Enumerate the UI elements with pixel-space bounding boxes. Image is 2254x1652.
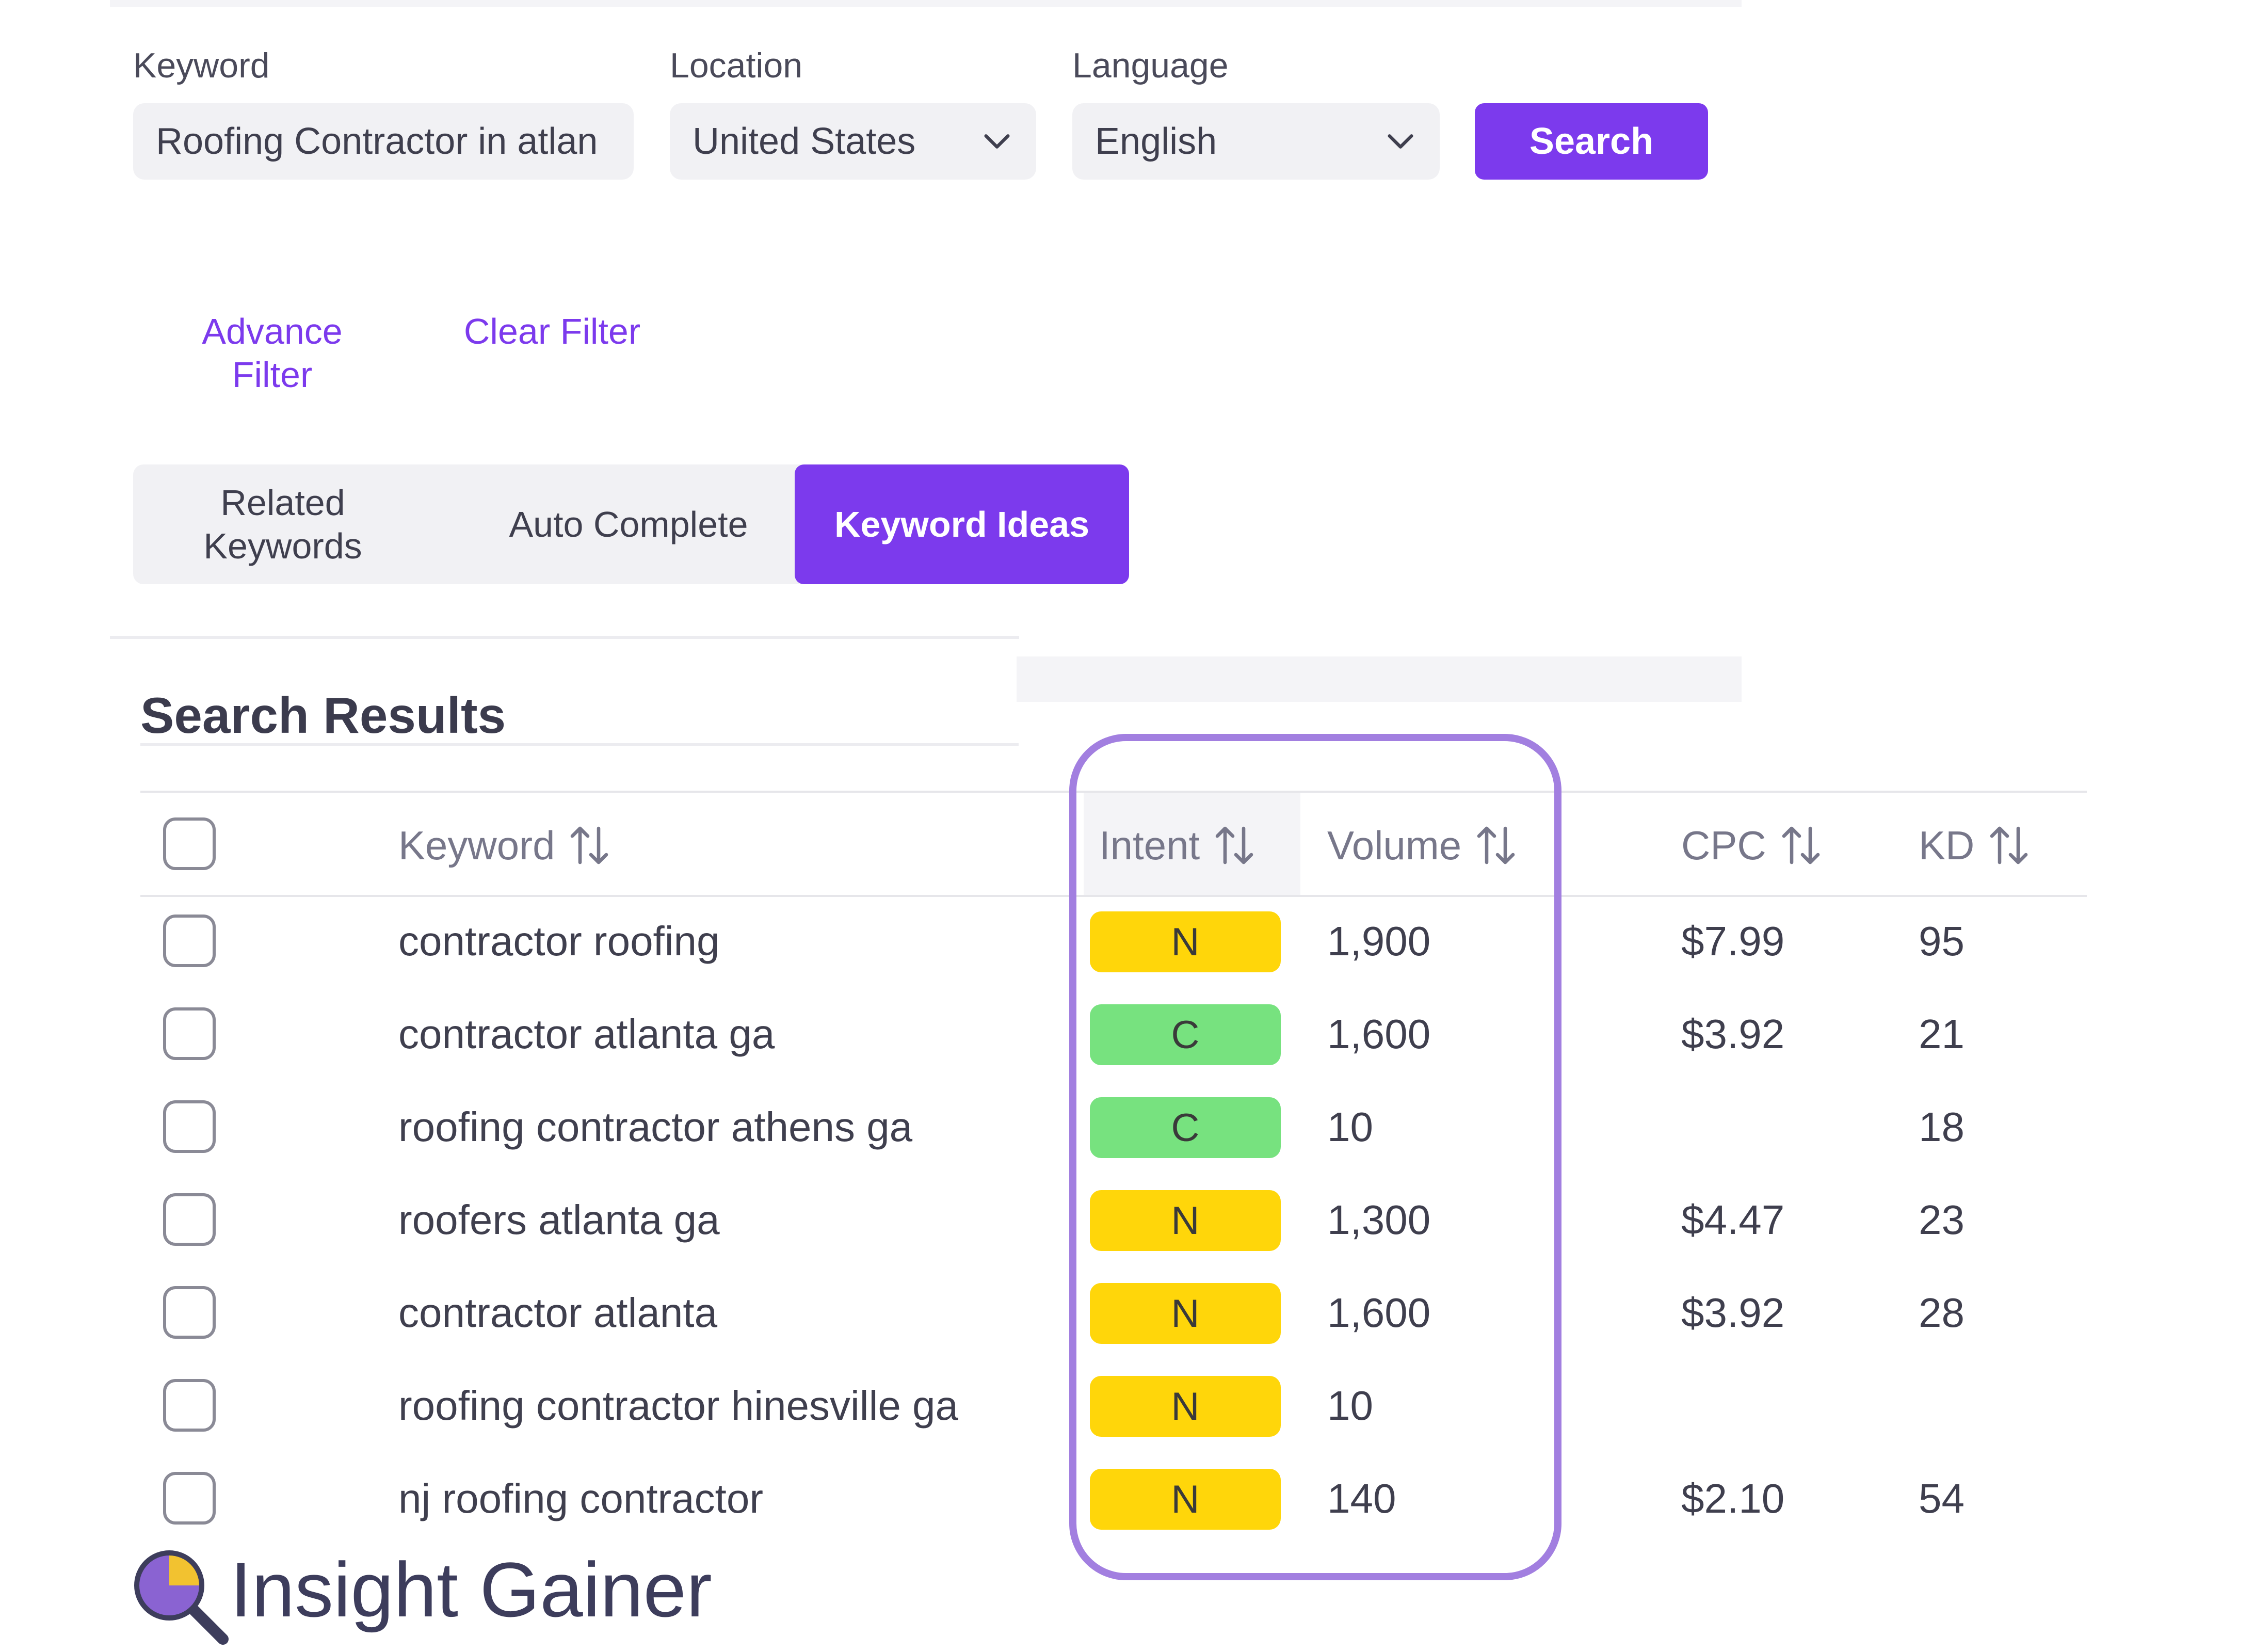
row-cpc: $3.92	[1681, 1290, 1785, 1336]
advance-filter-link[interactable]: Advance Filter	[191, 310, 353, 396]
title-underline	[140, 743, 1019, 746]
row-checkbox[interactable]	[163, 1100, 216, 1153]
keyword-label: Keyword	[133, 46, 270, 85]
location-select-value: United States	[693, 121, 916, 162]
column-header-cpc[interactable]: CPC	[1681, 821, 1821, 870]
search-results-title: Search Results	[140, 687, 506, 744]
row-kd: 28	[1919, 1290, 1965, 1336]
row-checkbox[interactable]	[163, 915, 216, 967]
column-header-kd[interactable]: KD	[1919, 821, 2029, 870]
tab-related-keywords-line1: Related	[220, 483, 345, 523]
sort-icon	[1782, 826, 1820, 864]
logo-text: Insight Gainer	[230, 1546, 712, 1633]
tab-auto-complete[interactable]: Auto Complete	[494, 464, 763, 584]
select-all-checkbox[interactable]	[163, 817, 216, 870]
row-keyword: contractor roofing	[398, 918, 720, 964]
sort-icon	[571, 826, 608, 864]
sort-icon	[1990, 826, 2028, 864]
top-strip	[110, 0, 1742, 7]
language-select[interactable]: English	[1072, 103, 1440, 180]
location-select[interactable]: United States	[670, 103, 1036, 180]
keyword-input-value: Roofing Contractor in atlan	[156, 121, 598, 162]
row-checkbox[interactable]	[163, 1286, 216, 1339]
row-cpc: $2.10	[1681, 1475, 1785, 1521]
row-keyword: contractor atlanta ga	[398, 1011, 775, 1057]
row-checkbox[interactable]	[163, 1472, 216, 1525]
row-keyword: contractor atlanta	[398, 1290, 718, 1336]
tab-keyword-ideas[interactable]: Keyword Ideas	[795, 464, 1129, 584]
row-kd: 23	[1919, 1197, 1965, 1243]
keyword-input[interactable]: Roofing Contractor in atlan	[133, 103, 634, 180]
result-tabs: Related Keywords Auto Complete Keyword I…	[133, 464, 1129, 584]
row-kd: 95	[1919, 918, 1965, 964]
row-checkbox[interactable]	[163, 1379, 216, 1432]
clear-filter-link[interactable]: Clear Filter	[454, 310, 650, 353]
advance-filter-line1: Advance	[202, 311, 343, 351]
chevron-down-icon	[1388, 134, 1413, 149]
intent-volume-highlight	[1069, 734, 1561, 1580]
language-label: Language	[1072, 46, 1229, 85]
row-checkbox[interactable]	[163, 1007, 216, 1060]
row-keyword: roofers atlanta ga	[398, 1197, 720, 1243]
section-divider	[110, 636, 1019, 639]
row-kd: 54	[1919, 1475, 1965, 1521]
row-kd: 21	[1919, 1011, 1965, 1057]
row-keyword: roofing contractor hinesville ga	[398, 1383, 959, 1429]
column-header-cpc-label: CPC	[1681, 822, 1766, 868]
row-cpc: $4.47	[1681, 1197, 1785, 1243]
row-checkbox[interactable]	[163, 1193, 216, 1246]
tab-related-keywords-line2: Keywords	[203, 526, 362, 566]
header-band	[1017, 656, 1742, 702]
column-header-kd-label: KD	[1919, 822, 1975, 868]
row-keyword: roofing contractor athens ga	[398, 1104, 913, 1150]
row-cpc: $7.99	[1681, 918, 1785, 964]
search-button[interactable]: Search	[1475, 103, 1708, 180]
row-kd: 18	[1919, 1104, 1965, 1150]
row-keyword: nj roofing contractor	[398, 1475, 764, 1521]
column-header-keyword-label: Keyword	[398, 822, 555, 868]
advance-filter-line2: Filter	[232, 355, 313, 395]
magnifier-pie-icon	[130, 1546, 233, 1649]
location-label: Location	[670, 46, 803, 85]
tab-related-keywords[interactable]: Related Keywords	[164, 464, 401, 584]
column-header-keyword[interactable]: Keyword	[398, 821, 609, 870]
language-select-value: English	[1095, 121, 1217, 162]
chevron-down-icon	[984, 134, 1010, 149]
row-cpc: $3.92	[1681, 1011, 1785, 1057]
